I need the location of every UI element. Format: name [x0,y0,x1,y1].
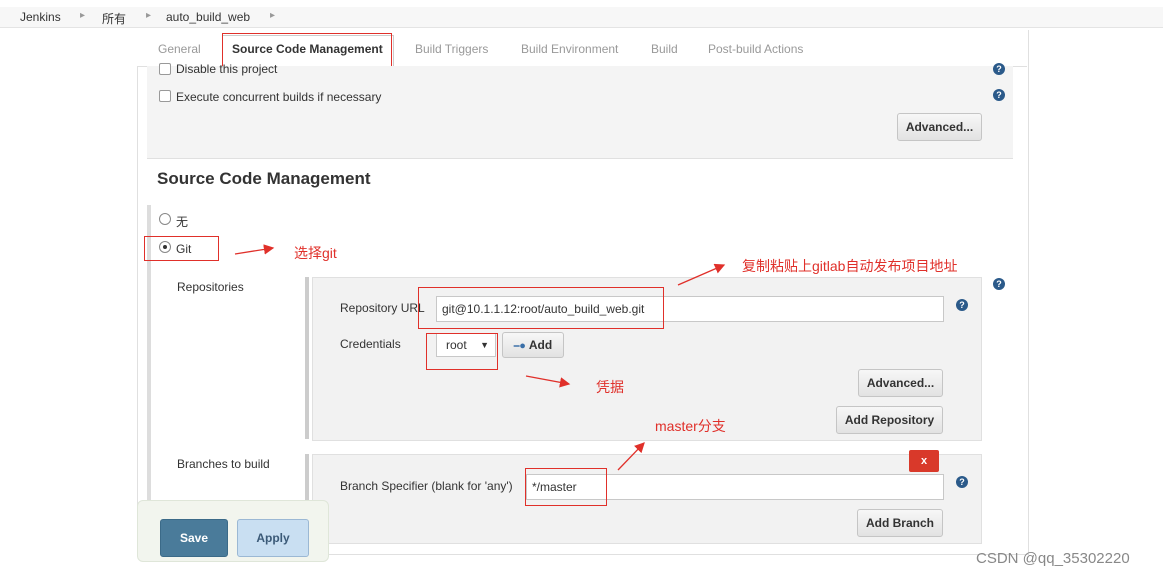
arrow-repo-url [677,263,726,286]
arrow-select-git [234,244,275,255]
arrow-credentials [525,375,571,388]
annotation-credentials: 凭据 [596,379,624,395]
annotation-arrows [234,244,726,471]
arrow-branch [617,442,645,471]
watermark: CSDN @qq_35302220 [976,550,1130,567]
annotation-copy-paste-url: 复制粘贴上gitlab自动发布项目地址 [742,258,958,274]
annotation-select-git: 选择git [294,245,337,261]
annotation-master-branch: master分支 [655,418,726,434]
